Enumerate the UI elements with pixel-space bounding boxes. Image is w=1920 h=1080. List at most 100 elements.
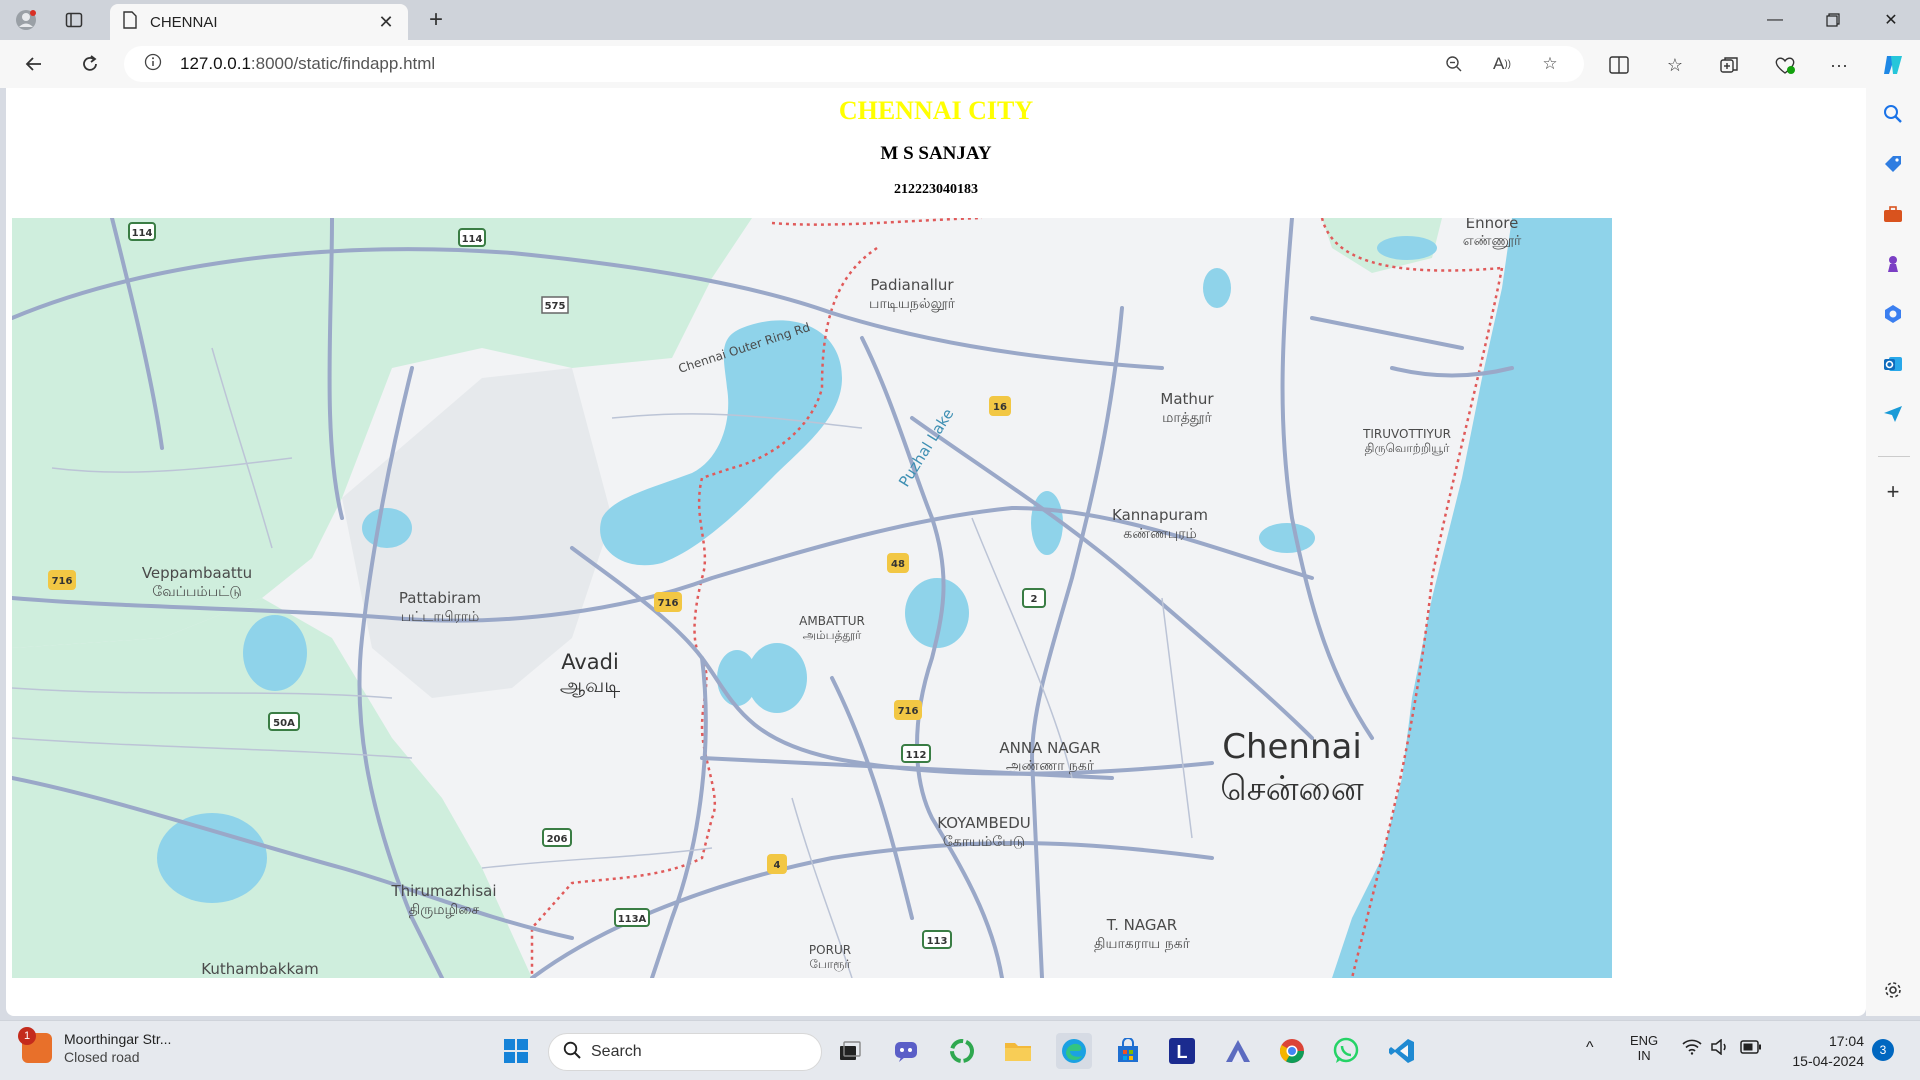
svg-text:L: L [1177,1042,1188,1062]
clock[interactable]: 17:04 15-04-2024 [1770,1031,1864,1071]
info-icon[interactable] [144,53,162,76]
region-code: IN [1637,1048,1651,1063]
favorite-star-icon[interactable]: ☆ [1538,52,1562,76]
zoom-out-icon[interactable] [1442,52,1466,76]
favorites-icon[interactable]: ☆ [1662,52,1688,78]
url-path: :8000/static/findapp.html [250,54,436,73]
place-name-tamil: திருமழிசை [409,902,480,918]
place-name-tamil: போரூர் [809,957,851,972]
address-bar[interactable]: 127.0.0.1:8000/static/findapp.html A)) ☆ [124,46,1584,82]
language-indicator[interactable]: ENG IN [1630,1033,1658,1063]
tab-title: CHENNAI [150,13,218,31]
close-window-button[interactable]: ✕ [1868,6,1914,34]
refresh-app-icon[interactable] [944,1033,980,1069]
map-image[interactable]: 114 114 575 16 48 2 716 716 716 50A 112 … [12,218,1612,978]
place-name: Thirumazhisai [390,882,496,900]
place-name-tamil: திருவொற்றியூர் [1365,441,1450,456]
restore-button[interactable] [1810,6,1856,34]
read-aloud-icon[interactable]: A)) [1490,52,1514,76]
place-name: Padianallur [870,276,954,294]
shield-label: 206 [547,834,568,845]
shield-label: 16 [993,402,1007,413]
outlook-icon[interactable] [1881,352,1905,376]
place-name-tamil: அம்பத்தூர் [803,628,862,643]
map-water [157,813,267,903]
shield-label: 113 [927,936,948,947]
task-view-icon[interactable] [832,1033,868,1069]
shield-label: 716 [52,576,73,587]
l-app-icon[interactable]: L [1164,1033,1200,1069]
wifi-icon[interactable] [1682,1039,1702,1058]
place-name-tamil: அண்ணா நகர் [1006,758,1095,774]
place-name: ANNA NAGAR [999,739,1100,757]
start-button[interactable] [498,1033,534,1069]
vscode-icon[interactable] [1384,1033,1420,1069]
place-name: Pattabiram [399,589,481,607]
place-name-tamil: தியாகராய நகர் [1094,936,1191,952]
tab-actions-icon[interactable] [62,8,86,32]
tab-chennai[interactable]: CHENNAI ✕ [110,4,408,40]
profile-icon[interactable] [14,8,38,32]
shield-label: 716 [658,598,679,609]
app-icon[interactable] [1220,1033,1256,1069]
place-name-tamil: வேப்பம்பட்டு [152,584,242,600]
taskbar-search[interactable]: Search [548,1033,822,1071]
shield-label: 114 [132,228,153,239]
shopping-tag-icon[interactable] [1881,152,1905,176]
page-viewport: CHENNAI CITY M S SANJAY 212223040183 114… [6,88,1866,1016]
place-name-tamil: கண்ணபுரம் [1123,526,1197,542]
back-button[interactable] [20,50,48,78]
notification-count-badge[interactable]: 3 [1872,1039,1894,1061]
microsoft-store-icon[interactable] [1110,1033,1146,1069]
chrome-icon[interactable] [1274,1033,1310,1069]
widget-subtitle: Closed road [64,1049,140,1065]
shield-label: 4 [774,860,781,871]
place-name: KOYAMBEDU [937,814,1031,832]
send-icon[interactable] [1881,402,1905,426]
shield-label: 114 [462,234,483,245]
taskbar: 1 Moorthingar Str... Closed road Search … [0,1020,1920,1080]
settings-gear-icon[interactable] [1881,978,1905,1002]
close-tab-icon[interactable]: ✕ [376,12,396,33]
place-name: Avadi [561,650,619,674]
add-icon[interactable]: + [1881,479,1905,504]
shield-label: 112 [906,750,927,761]
map-water [1377,236,1437,260]
battery-icon[interactable] [1740,1040,1762,1057]
whatsapp-icon[interactable] [1328,1033,1364,1069]
search-icon[interactable] [1881,102,1905,126]
show-hidden-icons[interactable]: ^ [1586,1039,1594,1057]
author-name: M S SANJAY [880,143,992,164]
map-water [243,615,307,691]
clock-time: 17:04 [1828,1033,1864,1049]
place-name: T. NAGAR [1106,916,1177,934]
search-label: Search [591,1043,642,1060]
file-explorer-icon[interactable] [1000,1033,1036,1069]
place-name: Kuthambakkam [201,960,318,978]
volume-icon[interactable] [1710,1038,1730,1058]
copilot-icon[interactable] [1880,52,1906,78]
teams-chat-icon[interactable] [888,1033,924,1069]
car-alert-icon: 1 [18,1027,52,1063]
refresh-button[interactable] [76,50,104,78]
edge-browser-icon[interactable] [1056,1033,1092,1069]
notification-badge: 1 [18,1027,36,1045]
page-title: CHENNAI CITY [838,96,1034,125]
split-screen-icon[interactable] [1606,52,1632,78]
shield-label: 48 [891,559,905,570]
traffic-widget[interactable]: 1 Moorthingar Str... Closed road [18,1027,172,1065]
new-tab-button[interactable]: + [422,6,450,34]
more-options-icon[interactable]: ··· [1826,52,1852,78]
place-name: AMBATTUR [799,614,865,628]
tools-icon[interactable] [1881,202,1905,226]
map-water [1031,491,1063,555]
widget-title: Moorthingar Str... [64,1031,172,1047]
microsoft365-icon[interactable] [1881,302,1905,326]
map-water [1203,268,1231,308]
place-name-tamil: எண்ணூர் [1463,233,1522,249]
collections-icon[interactable] [1716,52,1742,78]
place-name-tamil: பாடியநல்லூர் [869,296,956,312]
minimize-button[interactable]: — [1752,6,1798,34]
games-icon[interactable] [1881,252,1905,276]
browser-essentials-icon[interactable] [1772,52,1798,78]
